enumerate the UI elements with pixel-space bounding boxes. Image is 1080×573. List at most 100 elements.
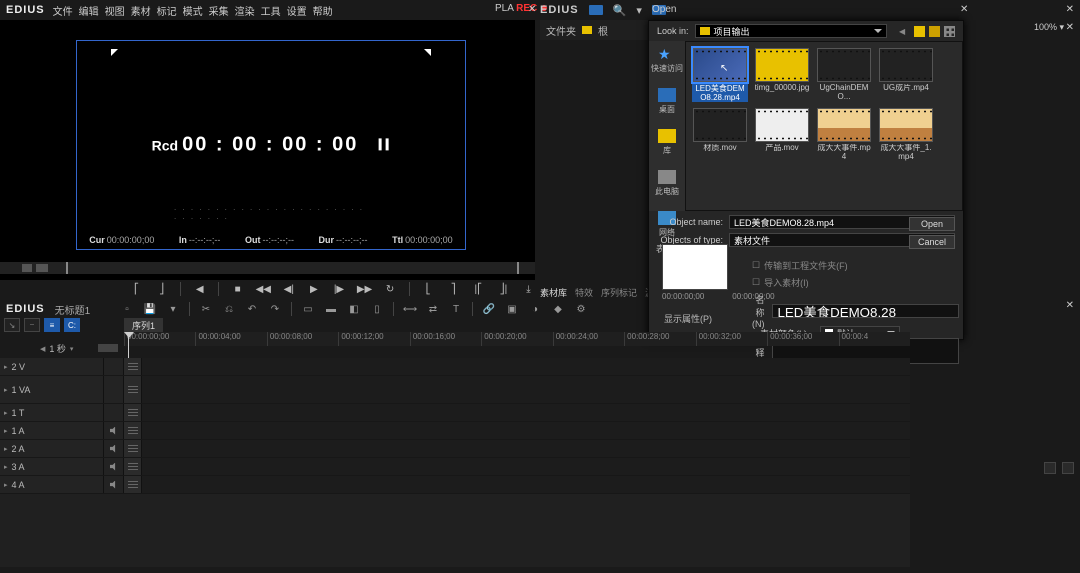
- close-icon[interactable]: ✕: [960, 4, 968, 15]
- track-lane[interactable]: [142, 358, 910, 375]
- track-patch[interactable]: [124, 476, 142, 493]
- expand-icon[interactable]: ▸: [4, 445, 8, 453]
- mark-out-icon[interactable]: ⎤: [447, 282, 460, 296]
- track-header[interactable]: ▸1 T: [0, 404, 104, 421]
- track-mute[interactable]: [104, 422, 124, 439]
- undo-icon[interactable]: ↶: [245, 302, 259, 316]
- menu-采集[interactable]: 采集: [209, 7, 229, 18]
- set-out-icon[interactable]: ⎦: [155, 282, 168, 296]
- track-header[interactable]: ▸2 V: [0, 358, 104, 375]
- marker-icon[interactable]: ◆: [551, 302, 565, 316]
- transfer-checkbox[interactable]: ☐传输到工程文件夹(F): [744, 257, 964, 274]
- expand-icon[interactable]: ▸: [4, 481, 8, 489]
- place-item[interactable]: ★快速访问: [651, 47, 683, 74]
- redo-icon[interactable]: ↷: [268, 302, 282, 316]
- gap-icon[interactable]: ▯: [370, 302, 384, 316]
- play-reverse-icon[interactable]: ◀: [193, 282, 206, 296]
- loop-icon[interactable]: ↻: [384, 282, 397, 296]
- search-icon[interactable]: 🔍: [613, 4, 627, 17]
- track-lane[interactable]: [142, 376, 910, 403]
- menu-素材[interactable]: 素材: [131, 7, 151, 18]
- cut-icon[interactable]: ✂: [199, 302, 213, 316]
- track-patch[interactable]: [124, 440, 142, 457]
- menu-标记[interactable]: 标记: [157, 7, 177, 18]
- track-mute[interactable]: [104, 376, 124, 403]
- save-icon[interactable]: 💾: [143, 302, 157, 316]
- track-patch[interactable]: [124, 404, 142, 421]
- insert-icon[interactable]: ▭: [301, 302, 315, 316]
- asset-tab[interactable]: 特效: [575, 286, 593, 299]
- up-folder-icon[interactable]: [914, 26, 925, 37]
- menu-编辑[interactable]: 编辑: [79, 7, 99, 18]
- title-icon[interactable]: T: [449, 302, 463, 316]
- timeline-ruler[interactable]: 00:00:00;0000:00:04;0000:00:08;0000:00:1…: [124, 332, 910, 346]
- menu-渲染[interactable]: 渲染: [235, 7, 255, 18]
- show-props-button[interactable]: 显示属性(P): [664, 312, 712, 325]
- track-header[interactable]: ▸2 A: [0, 440, 104, 457]
- replace-icon[interactable]: ◧: [347, 302, 361, 316]
- back-icon[interactable]: [899, 26, 910, 37]
- import-assets-checkbox[interactable]: ☐导入素材(I): [744, 274, 964, 291]
- close-icon[interactable]: ✕: [1066, 4, 1074, 15]
- track-header[interactable]: ▸4 A: [0, 476, 104, 493]
- file-item[interactable]: ↖LED美食DEMO8.28.mp4: [692, 48, 748, 102]
- file-item[interactable]: UG成片.mp4: [878, 48, 934, 102]
- file-item[interactable]: 材质.mov: [692, 108, 748, 162]
- menu-文件[interactable]: 文件: [53, 7, 73, 18]
- mode-ripple[interactable]: ≡: [44, 318, 60, 332]
- track-lane[interactable]: [142, 476, 910, 493]
- close-icon[interactable]: ✕: [1066, 300, 1074, 311]
- menu-设置[interactable]: 设置: [287, 7, 307, 18]
- new-folder-icon[interactable]: [929, 26, 940, 37]
- overwrite-icon[interactable]: ▬: [324, 302, 338, 316]
- menu-工具[interactable]: 工具: [261, 7, 281, 18]
- place-item[interactable]: 桌面: [658, 88, 676, 115]
- preview-scrubber[interactable]: [0, 262, 535, 274]
- step-back-icon[interactable]: ◀|: [282, 282, 295, 296]
- track-patch[interactable]: [124, 458, 142, 475]
- detail-view-icon[interactable]: [1062, 462, 1074, 474]
- folder-icon[interactable]: [589, 5, 603, 15]
- file-item[interactable]: 成大大事件.mp4: [816, 108, 872, 162]
- asset-tab[interactable]: 序列标记: [601, 286, 637, 299]
- track-lane[interactable]: [142, 440, 910, 457]
- mode-trim[interactable]: ⎯: [24, 318, 40, 332]
- expand-icon[interactable]: ▸: [4, 463, 8, 471]
- menu-模式[interactable]: 模式: [183, 7, 203, 18]
- menu-视图[interactable]: 视图: [105, 7, 125, 18]
- name-input[interactable]: [772, 304, 959, 318]
- mode-normal[interactable]: ↘: [4, 318, 20, 332]
- next-frame-icon[interactable]: ▶▶: [358, 282, 372, 296]
- asset-tab[interactable]: 素材库: [540, 286, 567, 299]
- close-icon[interactable]: ✕: [528, 4, 536, 15]
- file-item[interactable]: 成大大事件_1.mp4: [878, 108, 934, 162]
- view-mode-icon[interactable]: [944, 26, 955, 37]
- track-header[interactable]: ▸1 VA: [0, 376, 104, 403]
- play-icon[interactable]: ▶: [307, 282, 320, 296]
- track-mute[interactable]: [104, 476, 124, 493]
- place-item[interactable]: 库: [658, 129, 676, 156]
- expand-icon[interactable]: ▸: [4, 427, 8, 435]
- ripple-icon[interactable]: ⎌: [222, 302, 236, 316]
- scale-slider[interactable]: [98, 344, 118, 352]
- track-patch[interactable]: [124, 422, 142, 439]
- sequence-tab[interactable]: 序列1: [124, 318, 163, 332]
- lookin-combo[interactable]: 项目输出: [695, 24, 887, 38]
- preview-frame[interactable]: Rcd00 : 00 : 00 : 00 . . . . . . . . . .…: [76, 40, 466, 250]
- track-lane[interactable]: [142, 422, 910, 439]
- timescale-selector[interactable]: ◀1 秒▾: [40, 342, 73, 355]
- track-mute[interactable]: [104, 440, 124, 457]
- open-button[interactable]: Open: [909, 217, 955, 231]
- close-icon[interactable]: ✕: [1066, 22, 1074, 33]
- folder-icon[interactable]: [582, 26, 592, 34]
- file-item[interactable]: timg_00000.jpg: [754, 48, 810, 102]
- trim-icon[interactable]: ⟷: [403, 302, 417, 316]
- file-item[interactable]: 产品.mov: [754, 108, 810, 162]
- track-lane[interactable]: [142, 404, 910, 421]
- export-icon[interactable]: ⤓: [522, 282, 535, 296]
- link-icon[interactable]: 🔗: [482, 302, 496, 316]
- new-icon[interactable]: ▫: [120, 302, 134, 316]
- menu-帮助[interactable]: 帮助: [313, 7, 333, 18]
- prev-frame-icon[interactable]: ◀◀: [256, 282, 270, 296]
- track-mute[interactable]: [104, 358, 124, 375]
